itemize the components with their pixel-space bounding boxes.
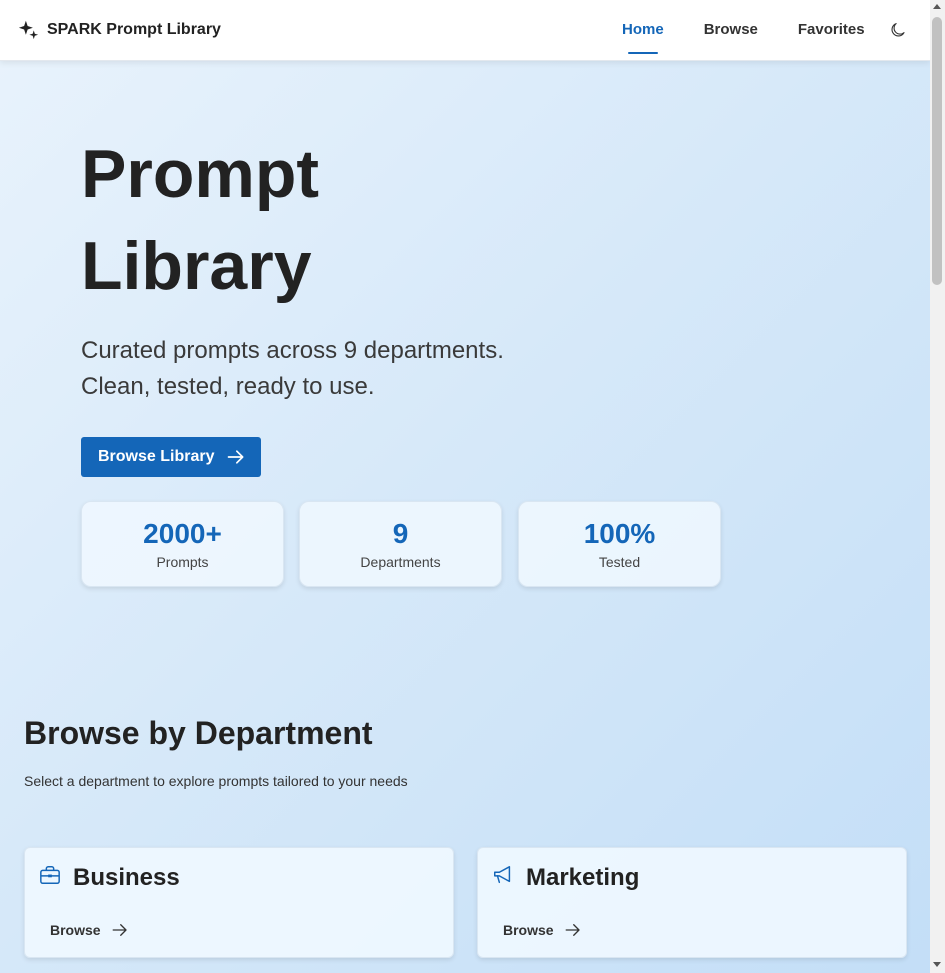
browse-label: Browse bbox=[50, 922, 101, 938]
browse-library-label: Browse Library bbox=[98, 448, 215, 465]
scrollbar[interactable] bbox=[930, 0, 945, 973]
arrow-right-icon bbox=[228, 450, 244, 464]
stat-value: 2000+ bbox=[143, 518, 222, 549]
department-name: Business bbox=[73, 864, 180, 891]
nav-links: Home Browse Favorites bbox=[622, 0, 905, 61]
hero-title-line1: Prompt bbox=[81, 136, 319, 212]
megaphone-icon bbox=[494, 866, 511, 884]
department-card-marketing[interactable]: Marketing Browse bbox=[477, 847, 907, 958]
stat-label: Tested bbox=[598, 554, 641, 570]
stat-value: 9 bbox=[392, 518, 409, 549]
brand[interactable]: SPARK Prompt Library bbox=[18, 19, 221, 40]
department-browse-link[interactable]: Browse bbox=[50, 921, 129, 939]
hero-subtitle: Curated prompts across 9 departments. Cl… bbox=[81, 333, 551, 405]
department-card-business[interactable]: Business Browse bbox=[24, 847, 454, 958]
sparkles-icon bbox=[18, 20, 39, 40]
brand-name: SPARK Prompt Library bbox=[47, 20, 221, 38]
top-nav: SPARK Prompt Library Home Browse Favorit… bbox=[0, 0, 930, 61]
arrow-right-icon bbox=[565, 924, 580, 936]
browse-library-button[interactable]: Browse Library bbox=[81, 437, 261, 477]
scroll-up-arrow-icon[interactable] bbox=[933, 4, 941, 9]
arrow-right-icon bbox=[112, 924, 127, 936]
browse-label: Browse bbox=[503, 922, 554, 938]
nav-link-favorites[interactable]: Favorites bbox=[798, 0, 865, 61]
briefcase-icon bbox=[40, 866, 60, 884]
stat-card-departments: 9 Departments bbox=[299, 501, 502, 587]
stat-label: Prompts bbox=[156, 554, 209, 570]
moon-icon[interactable] bbox=[889, 20, 907, 40]
department-name: Marketing bbox=[526, 864, 640, 891]
hero-subtitle-line2: Clean, tested, ready to use. bbox=[81, 373, 375, 400]
stat-card-prompts: 2000+ Prompts bbox=[81, 501, 284, 587]
stat-card-tested: 100% Tested bbox=[518, 501, 721, 587]
hero-title-line2: Library bbox=[81, 228, 312, 304]
nav-link-home[interactable]: Home bbox=[622, 0, 664, 61]
nav-link-browse[interactable]: Browse bbox=[704, 0, 758, 61]
section-subtitle: Select a department to explore prompts t… bbox=[24, 773, 408, 789]
scrollbar-thumb[interactable] bbox=[932, 17, 942, 285]
scroll-down-arrow-icon[interactable] bbox=[933, 962, 941, 967]
section-title: Browse by Department bbox=[24, 715, 373, 751]
hero-subtitle-line1: Curated prompts across 9 departments. bbox=[81, 337, 504, 364]
stat-label: Departments bbox=[360, 554, 441, 570]
hero-title: Prompt Library bbox=[81, 128, 481, 312]
stat-value: 100% bbox=[583, 518, 656, 549]
department-browse-link[interactable]: Browse bbox=[503, 921, 582, 939]
